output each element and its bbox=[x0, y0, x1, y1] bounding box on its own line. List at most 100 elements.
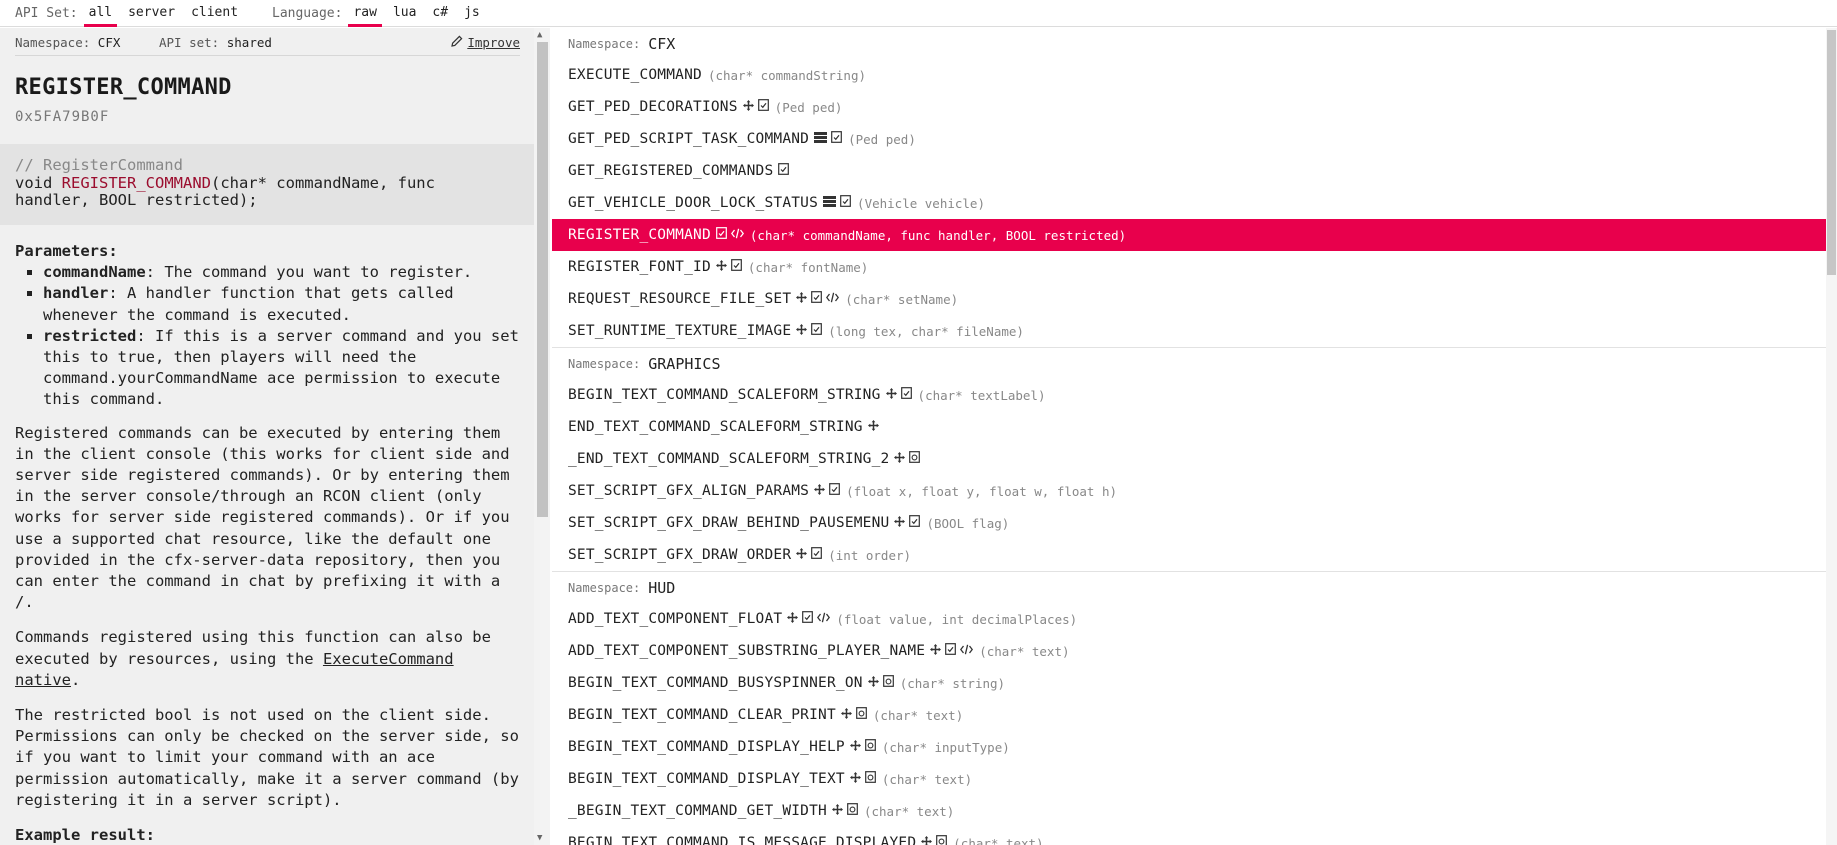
undocumented-icon bbox=[864, 739, 876, 755]
move-icon bbox=[849, 739, 861, 755]
native-icons bbox=[849, 771, 880, 787]
native-icons bbox=[930, 643, 977, 659]
native-name: REGISTER_COMMAND bbox=[568, 227, 711, 243]
parameter-desc: : The command you want to register. bbox=[145, 263, 473, 282]
native-args: (int order) bbox=[828, 547, 912, 563]
documented-icon bbox=[715, 227, 727, 243]
doc-pane-scrollbar[interactable]: ▲ ▼ bbox=[534, 28, 550, 845]
native-name: SET_SCRIPT_GFX_DRAW_BEHIND_PAUSEMENU bbox=[568, 515, 890, 531]
example-result-heading: Example result: bbox=[15, 826, 155, 845]
undocumented-icon bbox=[909, 451, 921, 467]
native-args: (char* fontName) bbox=[747, 259, 869, 275]
native-row[interactable]: EXECUTE_COMMAND (char* commandString) bbox=[552, 59, 1826, 91]
native-row[interactable]: SET_SCRIPT_GFX_DRAW_ORDER (int order) bbox=[552, 539, 1826, 571]
language-option[interactable]: js bbox=[459, 0, 485, 27]
signature-return-type: void bbox=[15, 173, 53, 192]
native-row[interactable]: REQUEST_RESOURCE_FILE_SET (char* setName) bbox=[552, 283, 1826, 315]
native-row[interactable]: ADD_TEXT_COMPONENT_SUBSTRING_PLAYER_NAME… bbox=[552, 635, 1826, 667]
documented-icon bbox=[757, 99, 769, 115]
api-set-option[interactable]: client bbox=[186, 0, 243, 27]
documented-icon bbox=[909, 515, 921, 531]
doc-apiset-label: API set: bbox=[159, 35, 220, 50]
native-row[interactable]: GET_PED_DECORATIONS (Ped ped) bbox=[552, 91, 1826, 123]
parameter-item: commandName: The command you want to reg… bbox=[43, 262, 520, 283]
move-icon bbox=[894, 451, 906, 467]
native-hash: 0x5FA79B0F bbox=[15, 109, 110, 125]
native-row[interactable]: END_TEXT_COMMAND_SCALEFORM_STRING bbox=[552, 411, 1826, 443]
scroll-down-arrow-icon[interactable]: ▼ bbox=[537, 833, 542, 843]
native-row[interactable]: BEGIN_TEXT_COMMAND_IS_MESSAGE_DISPLAYED (… bbox=[552, 827, 1826, 845]
native-args: (float value, int decimalPlaces) bbox=[836, 611, 1078, 627]
native-list-scroll-thumb[interactable] bbox=[1827, 30, 1836, 275]
native-row[interactable]: REGISTER_FONT_ID (char* fontName) bbox=[552, 251, 1826, 283]
api-set-option[interactable]: all bbox=[83, 0, 118, 27]
native-list-scrollbar[interactable] bbox=[1826, 28, 1837, 845]
scroll-up-arrow-icon[interactable]: ▲ bbox=[537, 30, 542, 40]
native-icons bbox=[823, 195, 855, 211]
documented-icon bbox=[900, 387, 912, 403]
doc-body: Parameters: commandName: The command you… bbox=[15, 241, 520, 845]
documented-icon bbox=[831, 131, 843, 147]
undocumented-icon bbox=[847, 803, 858, 819]
move-icon bbox=[921, 835, 933, 845]
native-args: (float x, float y, float w, float h) bbox=[846, 483, 1118, 499]
undocumented-icon bbox=[856, 707, 867, 723]
native-icons bbox=[715, 259, 746, 275]
doc-namespace-label: Namespace: bbox=[15, 35, 91, 50]
native-row[interactable]: _END_TEXT_COMMAND_SCALEFORM_STRING_2 bbox=[552, 443, 1826, 475]
native-icons bbox=[814, 483, 844, 499]
native-row[interactable]: GET_REGISTERED_COMMANDS bbox=[552, 155, 1826, 187]
native-row[interactable]: ADD_TEXT_COMPONENT_FLOAT (float value, in… bbox=[552, 603, 1826, 635]
move-icon bbox=[742, 99, 754, 115]
native-row[interactable]: _BEGIN_TEXT_COMMAND_GET_WIDTH (char* text… bbox=[552, 795, 1826, 827]
native-row[interactable]: BEGIN_TEXT_COMMAND_DISPLAY_TEXT (char* te… bbox=[552, 763, 1826, 795]
language-selector: Language: raw lua c# js bbox=[272, 0, 491, 27]
namespace-section: Namespace: GRAPHICS BEGIN_TEXT_COMMAND_SCA… bbox=[552, 348, 1826, 572]
language-option[interactable]: c# bbox=[427, 0, 453, 27]
language-option[interactable]: raw bbox=[348, 0, 383, 27]
native-name: BEGIN_TEXT_COMMAND_BUSYSPINNER_ON bbox=[568, 675, 863, 691]
native-row[interactable]: BEGIN_TEXT_COMMAND_DISPLAY_HELP (char* in… bbox=[552, 731, 1826, 763]
native-name: ADD_TEXT_COMPONENT_FLOAT bbox=[568, 611, 783, 627]
native-list: Namespace: CFX EXECUTE_COMMAND (char* comma… bbox=[552, 28, 1826, 845]
native-icons bbox=[867, 419, 883, 435]
native-icons bbox=[796, 291, 843, 307]
parameter-item: restricted: If this is a server command … bbox=[43, 326, 520, 411]
namespace-name: CFX bbox=[648, 34, 676, 53]
move-icon bbox=[840, 707, 852, 723]
para2-suffix: . bbox=[71, 670, 81, 689]
undocumented-icon bbox=[936, 835, 948, 845]
native-args: (long tex, char* fileName) bbox=[828, 323, 1024, 339]
native-row[interactable]: GET_VEHICLE_DOOR_LOCK_STATUS (Vehicle veh… bbox=[552, 187, 1826, 219]
native-args: (char* text) bbox=[863, 803, 955, 819]
server-icon bbox=[814, 131, 828, 147]
improve-link[interactable]: Improve bbox=[451, 35, 520, 50]
documented-icon bbox=[811, 291, 823, 307]
native-row[interactable]: SET_SCRIPT_GFX_DRAW_BEHIND_PAUSEMENU (BOO… bbox=[552, 507, 1826, 539]
native-name: _BEGIN_TEXT_COMMAND_GET_WIDTH bbox=[568, 803, 827, 819]
native-name: _END_TEXT_COMMAND_SCALEFORM_STRING_2 bbox=[568, 451, 890, 467]
parameter-name: commandName bbox=[43, 263, 146, 282]
api-set-option[interactable]: server bbox=[123, 0, 180, 27]
native-row[interactable]: GET_PED_SCRIPT_TASK_COMMAND (Ped ped) bbox=[552, 123, 1826, 155]
native-row[interactable]: SET_SCRIPT_GFX_ALIGN_PARAMS (float x, flo… bbox=[552, 475, 1826, 507]
language-option[interactable]: lua bbox=[388, 0, 421, 27]
native-name: GET_VEHICLE_DOOR_LOCK_STATUS bbox=[568, 195, 819, 211]
move-icon bbox=[894, 515, 906, 531]
native-args: (Vehicle vehicle) bbox=[857, 195, 985, 211]
native-args: (char* textLabel) bbox=[917, 387, 1046, 403]
native-row[interactable]: SET_RUNTIME_TEXTURE_IMAGE (long tex, char… bbox=[552, 315, 1826, 347]
native-row-selected[interactable]: REGISTER_COMMAND (char* commandName, func… bbox=[552, 219, 1826, 251]
native-title: REGISTER_COMMAND bbox=[15, 75, 232, 100]
native-name: GET_REGISTERED_COMMANDS bbox=[568, 163, 774, 179]
native-icons bbox=[814, 131, 846, 147]
native-row[interactable]: BEGIN_TEXT_COMMAND_SCALEFORM_STRING (char… bbox=[552, 379, 1826, 411]
native-args: (char* commandName, func handler, BOOL r… bbox=[749, 227, 1127, 243]
doc-pane-scroll-thumb[interactable] bbox=[537, 42, 548, 517]
native-row[interactable]: BEGIN_TEXT_COMMAND_CLEAR_PRINT (char* tex… bbox=[552, 699, 1826, 731]
description-paragraph: Commands registered using this function … bbox=[15, 627, 520, 691]
code-icon bbox=[817, 612, 831, 627]
native-row[interactable]: BEGIN_TEXT_COMMAND_BUSYSPINNER_ON (char* … bbox=[552, 667, 1826, 699]
native-icons bbox=[742, 99, 773, 115]
documented-icon bbox=[811, 547, 823, 563]
